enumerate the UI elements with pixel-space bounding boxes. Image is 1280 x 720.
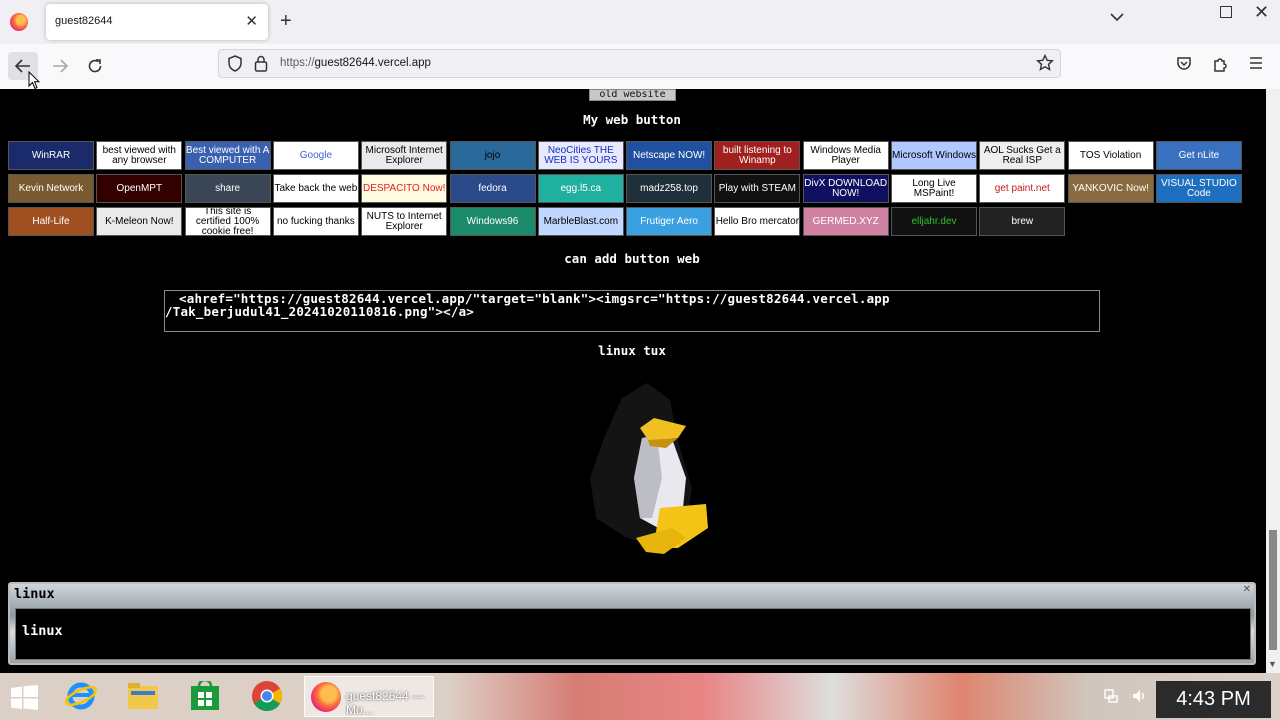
web-button-88x31[interactable]: egg.l5.ca — [537, 174, 624, 203]
mouse-cursor-icon — [28, 71, 40, 90]
web-button-88x31[interactable]: Microsoft Internet Explorer — [361, 141, 448, 170]
embed-code-line-2: /Tak_berjudul41_20241020110816.png"></a> — [165, 304, 475, 319]
windows-start-icon[interactable] — [11, 685, 38, 710]
tab-active[interactable]: guest82644 ✕ — [46, 4, 268, 40]
web-page: old website My web button WinRAR best vie… — [0, 89, 1280, 673]
web-button-88x31[interactable]: Half-Life — [8, 207, 94, 236]
web-button-88x31[interactable]: DESPACITO Now! — [361, 174, 448, 203]
clock-area[interactable]: 4:43 PM — [1156, 681, 1271, 718]
menu-hamburger-icon[interactable] — [1249, 56, 1263, 70]
web-button-88x31[interactable]: elljahr.dev — [891, 207, 977, 236]
web-button-88x31[interactable]: OpenMPT — [96, 174, 183, 203]
forward-arrow-icon — [53, 59, 68, 73]
web-button-88x31[interactable]: VISUAL STUDIO Code — [1155, 174, 1242, 203]
forward-button[interactable] — [45, 52, 75, 80]
web-button-88x31[interactable]: Windows Media Player — [802, 141, 889, 170]
file-explorer-icon[interactable] — [126, 679, 160, 713]
chat-title: linux — [14, 586, 55, 602]
web-button-88x31[interactable]: Hello Bro mercator — [714, 207, 801, 236]
scroll-down-arrow-icon[interactable]: ▼ — [1268, 659, 1277, 669]
web-button-88x31[interactable]: Get nLite — [1155, 141, 1242, 170]
chat-close-icon[interactable]: ✕ — [1243, 584, 1251, 595]
web-button-88x31[interactable]: Frutiger Aero — [626, 207, 713, 236]
web-button-88x31[interactable]: NeoCities THE WEB IS YOURS — [537, 141, 624, 170]
url-bar[interactable]: https://guest82644.vercel.app — [218, 49, 1061, 78]
tab-bar: guest82644 ✕ + ✕ — [0, 0, 1280, 44]
store-icon[interactable] — [188, 679, 222, 713]
web-button-88x31[interactable]: madz258.top — [626, 174, 713, 203]
chat-message: linux — [22, 623, 63, 639]
web-button-88x31[interactable]: best viewed with any browser — [96, 141, 183, 170]
web-button-88x31[interactable]: MarbleBlast.com — [537, 207, 624, 236]
web-button-88x31[interactable]: Microsoft Windows — [891, 141, 977, 170]
web-button-88x31[interactable]: jojo — [449, 141, 536, 170]
tab-title: guest82644 — [55, 15, 113, 27]
web-button-88x31[interactable]: NUTS to Internet Explorer — [361, 207, 448, 236]
list-all-tabs-icon[interactable] — [1110, 12, 1124, 22]
reload-icon — [88, 59, 102, 73]
taskbar: guest82644 — Mo... 4:43 PM — [0, 673, 1280, 720]
linux-chat-window: linux ✕ linux — [8, 582, 1256, 665]
chat-message-area[interactable]: linux — [15, 608, 1251, 660]
web-button-88x31[interactable]: Google — [272, 141, 359, 170]
web-button-88x31[interactable]: Netscape NOW! — [626, 141, 713, 170]
close-window-icon[interactable]: ✕ — [1254, 2, 1269, 23]
web-button-88x31[interactable]: fedora — [449, 174, 536, 203]
web-button-88x31[interactable]: DivX DOWNLOAD NOW! — [802, 174, 889, 203]
web-button-88x31[interactable]: built listening to Winamp — [714, 141, 801, 170]
vertical-scrollbar[interactable]: ▼ — [1266, 89, 1280, 673]
web-button-88x31[interactable]: GERMED.XYZ — [802, 207, 889, 236]
firefox-logo-icon — [10, 13, 28, 31]
web-button-88x31[interactable]: YANKOVIC Now! — [1067, 174, 1154, 203]
clock: 4:43 PM — [1176, 688, 1251, 710]
web-button-88x31[interactable]: Kevin Network — [8, 174, 94, 203]
chrome-icon[interactable] — [250, 679, 284, 713]
web-button-88x31[interactable]: Windows96 — [449, 207, 536, 236]
web-button-88x31[interactable]: AOL Sucks Get a Real ISP — [979, 141, 1066, 170]
scrollbar-thumb[interactable] — [1269, 530, 1277, 650]
web-button-88x31[interactable]: Best viewed with A COMPUTER — [184, 141, 271, 170]
close-tab-icon[interactable]: ✕ — [245, 12, 258, 30]
network-icon[interactable] — [1103, 688, 1119, 704]
web-button-88x31[interactable]: K-Meleon Now! — [96, 207, 183, 236]
firefox-taskbar-label: guest82644 — Mo... — [346, 689, 425, 717]
tux-penguin-3d-model[interactable] — [582, 378, 712, 568]
can-add-button-heading: can add button web — [564, 251, 700, 266]
web-button-88x31[interactable]: get paint.net — [979, 174, 1066, 203]
reload-button[interactable] — [80, 52, 110, 80]
web-button-88x31[interactable]: share — [184, 174, 271, 203]
extensions-puzzle-icon[interactable] — [1212, 56, 1228, 72]
web-button-88x31[interactable]: Take back the web — [272, 174, 359, 203]
pocket-icon[interactable] — [1176, 56, 1192, 72]
linux-tux-heading: linux tux — [598, 343, 666, 358]
web-button-88x31[interactable]: no fucking thanks — [272, 207, 359, 236]
embed-code-textarea[interactable]: <ahref="https://guest82644.vercel.app/"t… — [164, 290, 1100, 332]
button-88x31-grid: WinRAR best viewed with any browser Best v… — [8, 141, 1248, 241]
bookmark-star-icon[interactable] — [1036, 54, 1054, 72]
web-button-88x31[interactable]: WinRAR — [8, 141, 94, 170]
new-tab-icon[interactable]: + — [280, 10, 292, 32]
internet-explorer-icon[interactable] — [64, 679, 98, 713]
firefox-taskbar-button[interactable]: guest82644 — Mo... — [304, 676, 434, 717]
web-button-88x31[interactable]: brew — [979, 207, 1066, 236]
web-button-88x31[interactable]: Long Live MSPaint! — [891, 174, 977, 203]
nav-bar: https://guest82644.vercel.app — [0, 44, 1280, 89]
firefox-icon — [311, 682, 341, 712]
old-website-button[interactable]: old website — [589, 89, 676, 101]
maximize-icon[interactable] — [1220, 6, 1232, 18]
url-text: https://guest82644.vercel.app — [280, 57, 431, 69]
web-button-88x31[interactable]: Play with STEAM — [714, 174, 801, 203]
web-button-88x31[interactable]: This site is certified 100% cookie free! — [184, 207, 271, 236]
volume-icon[interactable] — [1131, 688, 1147, 704]
lock-icon[interactable] — [254, 55, 268, 72]
tracking-protection-shield-icon[interactable] — [227, 55, 243, 72]
my-web-button-heading: My web button — [583, 112, 681, 127]
web-button-88x31[interactable]: TOS Violation — [1067, 141, 1154, 170]
system-tray — [1103, 688, 1147, 709]
